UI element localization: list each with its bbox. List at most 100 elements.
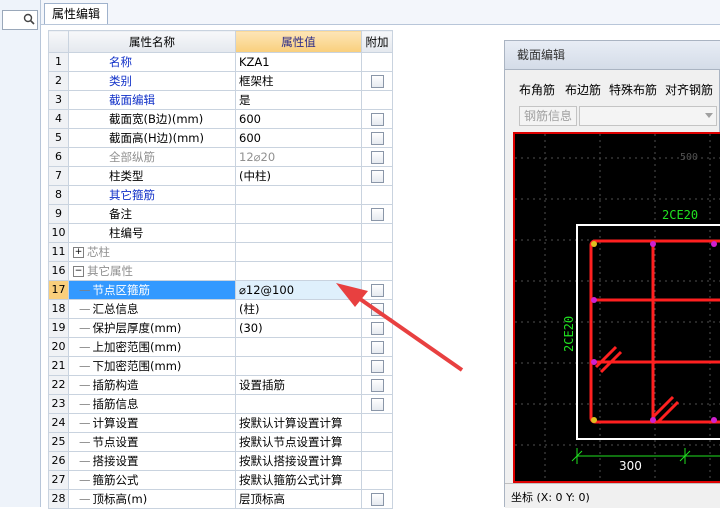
property-name-cell[interactable]: 备注 [68,204,236,224]
property-name-cell[interactable]: — 搭接设置 [68,451,236,471]
property-value-cell[interactable]: 层顶标高 [235,489,362,509]
edge-rebar-button[interactable]: 布边筋 [565,81,601,98]
collapse-icon[interactable]: − [73,266,84,277]
property-value-cell[interactable]: 12⌀20 [235,147,362,167]
property-value-cell[interactable]: 是 [235,90,362,110]
table-row[interactable]: 25— 节点设置 按默认节点设置计算 [48,432,393,452]
extra-checkbox[interactable] [370,151,384,164]
property-name-cell[interactable]: 柱编号 [68,223,236,243]
property-name-cell[interactable]: 全部纵筋 [68,147,236,167]
table-row[interactable]: 7 柱类型 (中柱) [48,166,393,186]
table-row[interactable]: 16− 其它属性 [48,261,393,281]
name-column-header[interactable]: 属性名称 [68,30,236,53]
table-row[interactable]: 4 截面宽(B边)(mm) 600 [48,109,393,129]
extra-checkbox[interactable] [370,75,384,88]
table-row[interactable]: 3 截面编辑 是 [48,90,393,110]
expand-icon[interactable]: + [73,247,84,258]
table-row[interactable]: 10 柱编号 [48,223,393,243]
extra-checkbox[interactable] [370,132,384,145]
property-name-cell[interactable]: — 保护层厚度(mm) [68,318,236,338]
table-row[interactable]: 20— 上加密范围(mm) [48,337,393,357]
table-row[interactable]: 24— 计算设置 按默认计算设置计算 [48,413,393,433]
extra-checkbox[interactable] [370,322,384,335]
property-name-cell[interactable]: − 其它属性 [68,261,236,281]
property-value-cell[interactable]: 按默认计算设置计算 [235,413,362,433]
property-value-cell[interactable]: 按默认节点设置计算 [235,432,362,452]
section-canvas[interactable]: 500 2CE20 2CE20 300 [513,132,720,483]
property-name-cell[interactable]: — 计算设置 [68,413,236,433]
table-row[interactable]: 5 截面高(H边)(mm) 600 [48,128,393,148]
property-value-cell[interactable]: (中柱) [235,166,362,186]
property-name-cell[interactable]: 截面宽(B边)(mm) [68,109,236,129]
property-name-cell[interactable]: — 下加密范围(mm) [68,356,236,376]
extra-checkbox[interactable] [370,493,384,506]
value-column-header[interactable]: 属性值 [235,30,362,53]
align-rebar-button[interactable]: 对齐钢筋 [665,81,713,98]
property-value-cell[interactable]: KZA1 [235,52,362,72]
table-row[interactable]: 11 + 芯柱 [48,242,393,262]
property-value-cell[interactable] [235,185,362,205]
property-name-cell[interactable]: 截面高(H边)(mm) [68,128,236,148]
special-rebar-button[interactable]: 特殊布筋 [609,81,657,98]
property-name-cell[interactable]: — 上加密范围(mm) [68,337,236,357]
property-name-cell[interactable]: — 节点设置 [68,432,236,452]
table-row[interactable]: 21— 下加密范围(mm) [48,356,393,376]
tab-property-edit[interactable]: 属性编辑 [44,3,108,24]
extra-checkbox[interactable] [370,284,384,297]
table-row[interactable]: 8 其它箍筋 [48,185,393,205]
property-value-cell[interactable]: 框架柱 [235,71,362,91]
property-value-cell[interactable] [235,356,362,376]
property-name-cell[interactable]: — 箍筋公式 [68,470,236,490]
property-value-cell[interactable]: 按默认箍筋公式计算 [235,470,362,490]
table-row[interactable]: 28— 顶标高(m) 层顶标高 [48,489,393,509]
property-name-cell[interactable]: 类别 [68,71,236,91]
table-row[interactable]: 19— 保护层厚度(mm) (30) [48,318,393,338]
table-row[interactable]: 2 类别 框架柱 [48,71,393,91]
property-value-cell[interactable] [235,394,362,414]
property-value-cell[interactable]: 按默认搭接设置计算 [235,451,362,471]
property-name-cell[interactable]: — 插筋构造 [68,375,236,395]
property-name-cell[interactable]: — 插筋信息 [68,394,236,414]
property-value-cell[interactable] [235,337,362,357]
extra-checkbox[interactable] [370,360,384,373]
table-row[interactable]: 17— 节点区箍筋 ⌀12@100 [48,280,393,300]
property-value-cell[interactable] [235,204,362,224]
table-row[interactable]: 26— 搭接设置 按默认搭接设置计算 [48,451,393,471]
property-value-cell[interactable] [235,242,362,262]
search-icon[interactable] [23,13,35,25]
search-input[interactable] [2,10,38,30]
property-value-cell[interactable] [235,223,362,243]
property-name-cell[interactable]: 柱类型 [68,166,236,186]
table-row[interactable]: 18— 汇总信息 (柱) [48,299,393,319]
property-value-cell[interactable]: ⌀12@100 [235,280,362,300]
table-row[interactable]: 27— 箍筋公式 按默认箍筋公式计算 [48,470,393,490]
property-name-cell[interactable]: — 顶标高(m) [68,489,236,509]
rebar-info-select[interactable] [579,106,717,126]
table-row[interactable]: 1 名称 KZA1 [48,52,393,72]
property-name-cell[interactable]: — 汇总信息 [68,299,236,319]
property-name-cell[interactable]: 其它箍筋 [68,185,236,205]
property-name-cell[interactable]: 名称 [68,52,236,72]
property-name-cell[interactable]: + 芯柱 [68,242,236,262]
table-row[interactable]: 9 备注 [48,204,393,224]
extra-checkbox[interactable] [370,170,384,183]
table-row[interactable]: 22— 插筋构造 设置插筋 [48,375,393,395]
property-value-cell[interactable]: (30) [235,318,362,338]
corner-rebar-button[interactable]: 布角筋 [519,81,555,98]
extra-checkbox[interactable] [370,303,384,316]
extra-checkbox[interactable] [370,208,384,221]
table-row[interactable]: 23— 插筋信息 [48,394,393,414]
rebar-info-button[interactable]: 钢筋信息 [519,106,577,126]
extra-checkbox[interactable] [370,379,384,392]
property-value-cell[interactable] [235,261,362,281]
property-value-cell[interactable]: 600 [235,109,362,129]
property-name-cell[interactable]: — 节点区箍筋 [68,280,236,300]
extra-checkbox[interactable] [370,398,384,411]
property-name-cell[interactable]: 截面编辑 [68,90,236,110]
extra-checkbox[interactable] [370,113,384,126]
property-value-cell[interactable]: 设置插筋 [235,375,362,395]
property-value-cell[interactable]: (柱) [235,299,362,319]
property-value-cell[interactable]: 600 [235,128,362,148]
extra-checkbox[interactable] [370,341,384,354]
table-row[interactable]: 6 全部纵筋 12⌀20 [48,147,393,167]
